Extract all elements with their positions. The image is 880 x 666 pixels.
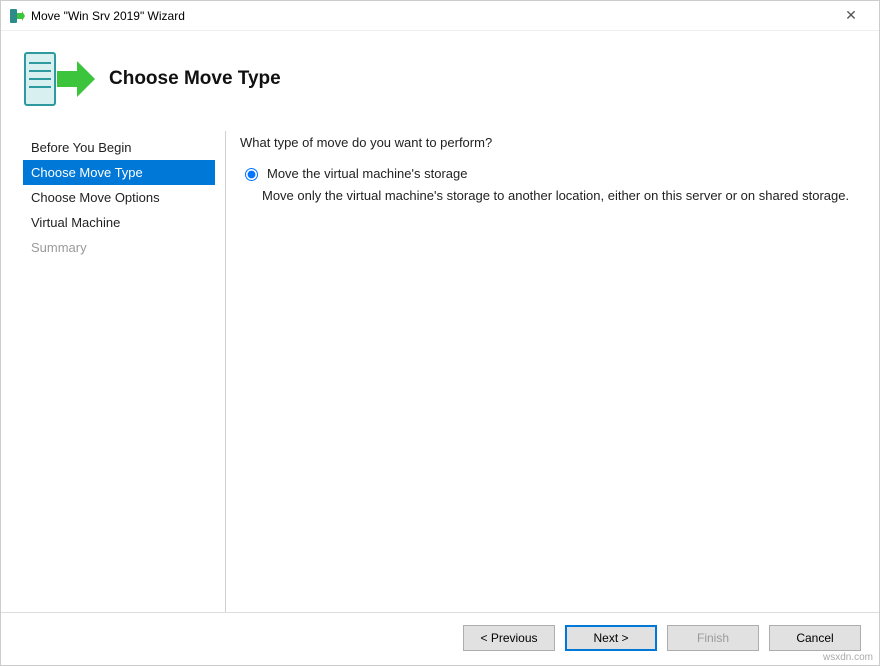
wizard-body: Before You Begin Choose Move Type Choose… (1, 131, 879, 612)
window-title: Move "Win Srv 2019" Wizard (31, 9, 831, 23)
step-choose-move-options[interactable]: Choose Move Options (23, 185, 215, 210)
titlebar: Move "Win Srv 2019" Wizard ✕ (1, 1, 879, 31)
step-summary: Summary (23, 235, 215, 260)
option-move-storage-description: Move only the virtual machine's storage … (262, 187, 857, 205)
option-move-storage-label: Move the virtual machine's storage (267, 166, 467, 181)
previous-button[interactable]: < Previous (463, 625, 555, 651)
watermark: wsxdn.com (823, 652, 873, 663)
wizard-footer: < Previous Next > Finish Cancel (1, 612, 879, 665)
close-icon[interactable]: ✕ (831, 7, 871, 24)
step-choose-move-type[interactable]: Choose Move Type (23, 160, 215, 185)
option-move-storage[interactable]: Move the virtual machine's storage (240, 166, 857, 181)
prompt-text: What type of move do you want to perform… (240, 135, 857, 150)
vertical-divider (225, 131, 226, 612)
cancel-button[interactable]: Cancel (769, 625, 861, 651)
wizard-steps: Before You Begin Choose Move Type Choose… (23, 131, 215, 612)
wizard-window: Move "Win Srv 2019" Wizard ✕ Choose Move… (0, 0, 880, 666)
step-virtual-machine[interactable]: Virtual Machine (23, 210, 215, 235)
step-before-you-begin[interactable]: Before You Begin (23, 135, 215, 160)
step-content: What type of move do you want to perform… (240, 131, 857, 612)
server-move-icon (23, 49, 97, 109)
next-button[interactable]: Next > (565, 625, 657, 651)
option-move-storage-radio[interactable] (245, 168, 258, 181)
finish-button: Finish (667, 625, 759, 651)
page-title: Choose Move Type (109, 68, 281, 90)
app-icon (9, 8, 25, 24)
wizard-header: Choose Move Type (1, 31, 879, 131)
